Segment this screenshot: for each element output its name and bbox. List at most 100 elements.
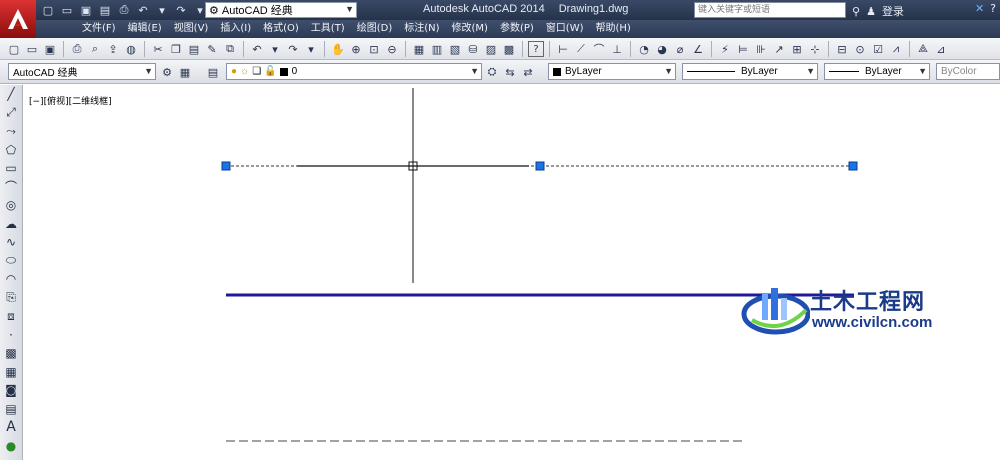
chevron-down-icon[interactable]: ▾: [303, 41, 319, 57]
gradient-icon[interactable]: ▦: [1, 363, 21, 382]
gear-icon[interactable]: ⚙: [159, 64, 175, 80]
markup-icon[interactable]: ▨: [483, 41, 499, 57]
block-editor-icon[interactable]: ⧉: [222, 41, 238, 57]
sheet-set-icon[interactable]: ⛁: [465, 41, 481, 57]
pan-icon[interactable]: ✋: [330, 41, 346, 57]
line-icon[interactable]: ╱: [1, 85, 21, 104]
tolerance-icon[interactable]: ⊞: [789, 41, 805, 57]
save-icon[interactable]: ▣: [78, 2, 94, 18]
help-icon[interactable]: ?: [528, 41, 544, 57]
open-icon[interactable]: ▭: [24, 41, 40, 57]
continue-dimension-icon[interactable]: ⊪: [753, 41, 769, 57]
binoculars-icon[interactable]: ⚲: [852, 5, 860, 18]
grip-mid[interactable]: [535, 161, 545, 171]
menu-window[interactable]: 窗口(W): [546, 22, 596, 36]
print-icon[interactable]: ⎙: [116, 2, 132, 18]
quick-dimension-icon[interactable]: ⚡: [717, 41, 733, 57]
design-center-icon[interactable]: ▥: [429, 41, 445, 57]
radius-dimension-icon[interactable]: ◔: [636, 41, 652, 57]
undo-icon[interactable]: ↶: [249, 41, 265, 57]
layer-state-icon[interactable]: ⇄: [520, 64, 536, 80]
point-icon[interactable]: ·: [1, 326, 21, 345]
print-icon[interactable]: ⎙: [69, 41, 85, 57]
menu-tools[interactable]: 工具(T): [311, 22, 357, 36]
table-icon[interactable]: ▤: [1, 400, 21, 419]
grip-start[interactable]: [221, 161, 231, 171]
cut-icon[interactable]: ✂: [150, 41, 166, 57]
chevron-down-icon[interactable]: ▾: [154, 2, 170, 18]
menu-edit[interactable]: 编辑(E): [128, 22, 174, 36]
match-properties-icon[interactable]: ✎: [204, 41, 220, 57]
calculator-icon[interactable]: ▩: [501, 41, 517, 57]
save-as-icon[interactable]: ▤: [97, 2, 113, 18]
publish-icon[interactable]: ⇪: [105, 41, 121, 57]
print-preview-icon[interactable]: ⌕: [87, 41, 103, 57]
menu-insert[interactable]: 插入(I): [220, 22, 263, 36]
layer-manager-icon[interactable]: ▤: [205, 64, 221, 80]
polyline-icon[interactable]: ⤳: [1, 122, 21, 141]
color-combo[interactable]: ByLayer ▼: [548, 63, 676, 80]
zoom-previous-icon[interactable]: ⊖: [384, 41, 400, 57]
lineweight-combo[interactable]: ByLayer ▼: [824, 63, 930, 80]
spline-icon[interactable]: ∿: [1, 233, 21, 252]
ellipse-icon[interactable]: ⬭: [1, 252, 21, 271]
application-menu-button[interactable]: [0, 0, 36, 38]
tool-palettes-icon[interactable]: ▧: [447, 41, 463, 57]
dimension-style-icon[interactable]: ⊿: [933, 41, 949, 57]
plotstyle-combo[interactable]: ByColor: [936, 63, 1000, 80]
3d-dwf-icon[interactable]: ◍: [123, 41, 139, 57]
menu-dimension[interactable]: 标注(N): [404, 22, 451, 36]
inspect-icon[interactable]: ⊟: [834, 41, 850, 57]
polygon-icon[interactable]: ⬠: [1, 141, 21, 160]
zoom-realtime-icon[interactable]: ⊕: [348, 41, 364, 57]
exchange-icon[interactable]: ✕: [975, 2, 984, 15]
jogged-linear-icon[interactable]: ⊙: [852, 41, 868, 57]
grip-end[interactable]: [848, 161, 858, 171]
menu-modify[interactable]: 修改(M): [452, 22, 500, 36]
add-selected-icon[interactable]: ●: [1, 437, 21, 456]
user-icon[interactable]: ♟: [866, 5, 876, 18]
menu-parametric[interactable]: 参数(P): [500, 22, 546, 36]
properties-icon[interactable]: ▦: [411, 41, 427, 57]
help-icon[interactable]: ?: [990, 2, 996, 15]
login-area[interactable]: ⚲ ♟ 登录: [852, 3, 904, 19]
angular-dimension-icon[interactable]: ∠: [690, 41, 706, 57]
make-current-layer-icon[interactable]: ⛭: [484, 64, 500, 80]
aligned-dimension-icon[interactable]: ⟋: [573, 41, 589, 57]
linetype-combo[interactable]: ByLayer ▼: [682, 63, 818, 80]
revision-cloud-icon[interactable]: ☁: [1, 215, 21, 234]
login-label[interactable]: 登录: [882, 3, 904, 19]
baseline-dimension-icon[interactable]: ⊨: [735, 41, 751, 57]
center-mark-icon[interactable]: ⊹: [807, 41, 823, 57]
insert-block-icon[interactable]: ⎘: [1, 289, 21, 308]
new-icon[interactable]: ▢: [40, 2, 56, 18]
diameter-dimension-icon[interactable]: ⌀: [672, 41, 688, 57]
zoom-window-icon[interactable]: ⊡: [366, 41, 382, 57]
rectangle-icon[interactable]: ▭: [1, 159, 21, 178]
jogged-dimension-icon[interactable]: ◕: [654, 41, 670, 57]
workspace-combo[interactable]: AutoCAD 经典 ▼: [8, 63, 156, 80]
ellipse-arc-icon[interactable]: ◠: [1, 270, 21, 289]
copy-icon[interactable]: ❐: [168, 41, 184, 57]
ordinate-dimension-icon[interactable]: ⊥: [609, 41, 625, 57]
drawing-canvas[interactable]: [−][俯视][二维线框]: [24, 85, 1000, 460]
menu-format[interactable]: 格式(O): [263, 22, 311, 36]
menu-help[interactable]: 帮助(H): [596, 22, 643, 36]
undo-icon[interactable]: ↶: [135, 2, 151, 18]
quick-leader-icon[interactable]: ↗: [771, 41, 787, 57]
arc-length-icon[interactable]: ⌒: [591, 41, 607, 57]
workspace-select[interactable]: ⚙ AutoCAD 经典 ▼: [205, 2, 357, 18]
search-input[interactable]: 键入关键字或短语: [694, 2, 846, 18]
paste-icon[interactable]: ▤: [186, 41, 202, 57]
dimension-update-icon[interactable]: ⟁: [915, 41, 931, 57]
chevron-down-icon[interactable]: ▾: [267, 41, 283, 57]
region-icon[interactable]: ◙: [1, 381, 21, 400]
menu-view[interactable]: 视图(V): [174, 22, 221, 36]
redo-icon[interactable]: ↷: [285, 41, 301, 57]
dimension-text-edit-icon[interactable]: ⩘: [888, 41, 904, 57]
menu-draw[interactable]: 绘图(D): [357, 22, 405, 36]
redo-icon[interactable]: ↷: [173, 2, 189, 18]
layer-previous-icon[interactable]: ⇆: [502, 64, 518, 80]
menu-file[interactable]: 文件(F): [82, 22, 128, 36]
save-icon[interactable]: ▣: [42, 41, 58, 57]
